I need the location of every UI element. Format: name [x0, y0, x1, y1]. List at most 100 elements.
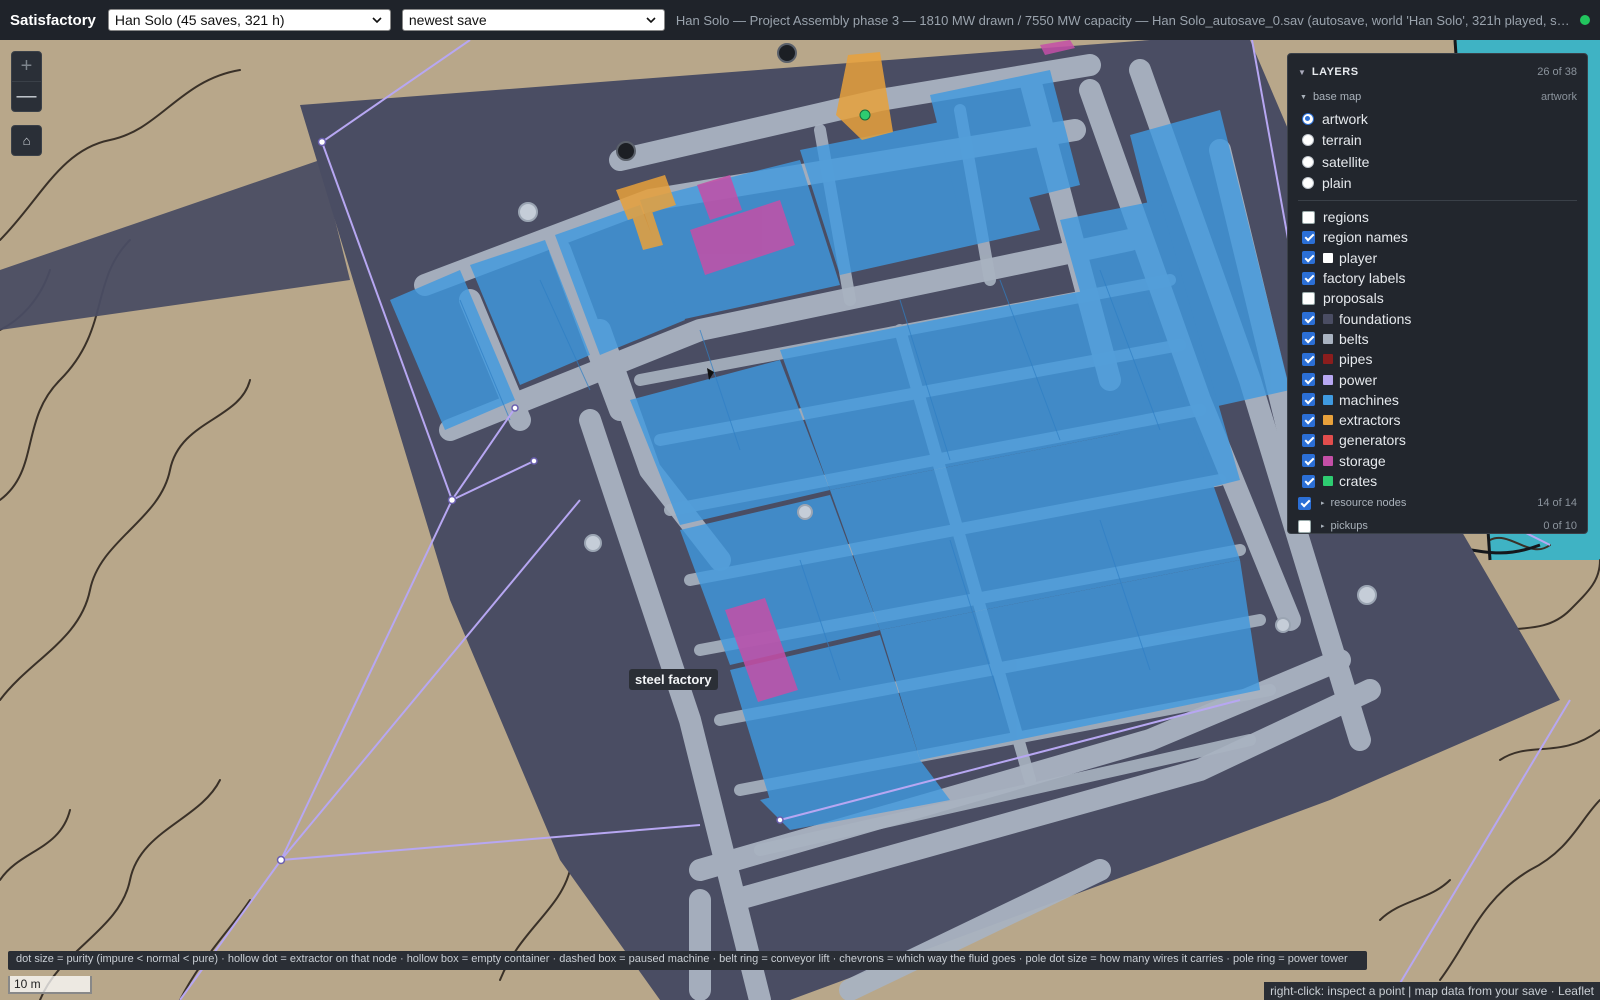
checkbox[interactable] — [1302, 373, 1315, 387]
checkbox[interactable] — [1302, 454, 1315, 468]
base-map-option-satellite[interactable]: satellite — [1298, 151, 1577, 173]
checkbox[interactable] — [1302, 393, 1315, 407]
layer-color-swatch — [1323, 394, 1333, 405]
save-select[interactable]: Han Solo (45 saves, 321 h) — [107, 9, 391, 31]
layer-color-swatch — [1323, 313, 1333, 324]
version-select-value: newest save — [408, 12, 487, 28]
base-map-options: artwork terrain satellite plain — [1298, 108, 1577, 194]
layer-label: factory labels — [1323, 270, 1406, 287]
map-legend: dot size = purity (impure < normal < pur… — [8, 951, 1367, 970]
layers-count: 26 of 38 — [1537, 66, 1577, 78]
checkbox[interactable] — [1302, 352, 1315, 366]
layer-toggle-foundations[interactable]: foundations — [1298, 308, 1577, 328]
checkbox[interactable] — [1302, 312, 1315, 326]
base-map-option-plain[interactable]: plain — [1298, 173, 1577, 195]
home-button[interactable]: ⌂ — [11, 125, 42, 156]
layer-toggle-regions[interactable]: regions — [1298, 207, 1577, 227]
layer-toggle-factory-labels[interactable]: factory labels — [1298, 268, 1577, 288]
layer-group-resource-nodes[interactable]: ▸ resource nodes 14 of 14 — [1298, 492, 1577, 514]
layer-label: region names — [1323, 229, 1408, 246]
layer-label: extractors — [1339, 412, 1401, 429]
checkbox[interactable] — [1302, 291, 1315, 305]
foundation-strip — [0, 160, 350, 330]
crate-marker — [859, 109, 871, 121]
checkbox[interactable] — [1302, 230, 1315, 244]
layer-toggle-storage[interactable]: storage — [1298, 451, 1577, 471]
layer-color-swatch — [1323, 476, 1333, 486]
save-select-value: Han Solo (45 saves, 321 h) — [114, 12, 285, 28]
expand-triangle-icon[interactable]: ▸ — [1321, 499, 1325, 507]
layer-color-swatch — [1323, 455, 1333, 466]
base-map-header[interactable]: ▼ base map artwork — [1298, 86, 1577, 108]
connection-status-dot — [1580, 15, 1590, 25]
checkbox[interactable] — [1298, 496, 1311, 510]
radio-button[interactable] — [1302, 177, 1314, 190]
layer-label: machines — [1339, 391, 1399, 408]
checkbox[interactable] — [1302, 413, 1315, 427]
layer-toggle-proposals[interactable]: proposals — [1298, 288, 1577, 308]
collapse-triangle-icon: ▼ — [1298, 67, 1306, 77]
layer-toggle-player[interactable]: player — [1298, 248, 1577, 268]
layer-group-pickups[interactable]: ▸ pickups 0 of 10 — [1298, 515, 1577, 537]
layer-toggle-crates[interactable]: crates — [1298, 471, 1577, 491]
layer-color-swatch — [1323, 333, 1333, 344]
collapse-triangle-icon: ▼ — [1300, 93, 1307, 101]
layer-toggle-machines[interactable]: machines — [1298, 390, 1577, 410]
base-map-option-label: artwork — [1322, 110, 1368, 127]
scale-bar: 10 m — [8, 976, 92, 994]
base-map-label: base map — [1312, 91, 1362, 103]
checkbox[interactable] — [1302, 332, 1315, 346]
factory-label: steel factory — [629, 669, 718, 690]
layers-title: LAYERS — [1311, 66, 1359, 78]
layer-label: generators — [1339, 432, 1406, 449]
layer-toggle-list: regions region names player factory labels p… — [1298, 207, 1577, 491]
base-map-option-artwork[interactable]: artwork — [1298, 108, 1577, 130]
base-map-option-label: satellite — [1322, 153, 1370, 170]
layer-color-swatch — [1323, 374, 1333, 385]
radio-button[interactable] — [1302, 134, 1314, 147]
layer-toggle-power[interactable]: power — [1298, 369, 1577, 389]
layer-toggle-region-names[interactable]: region names — [1298, 227, 1577, 247]
chevron-down-icon — [370, 13, 384, 27]
layers-panel: ▼ LAYERS 26 of 38 ▼ base map artwork art… — [1287, 53, 1588, 534]
zoom-control: + — — [11, 51, 42, 112]
zoom-out-button[interactable]: — — [12, 82, 41, 111]
layer-label: power — [1339, 371, 1378, 388]
app-title: Satisfactory — [10, 11, 96, 29]
checkbox[interactable] — [1302, 433, 1315, 447]
checkbox[interactable] — [1302, 271, 1315, 285]
radio-button[interactable] — [1302, 112, 1314, 125]
version-select[interactable]: newest save — [401, 9, 665, 31]
layer-label: foundations — [1339, 310, 1412, 327]
layer-label: regions — [1323, 209, 1369, 226]
base-map-current: artwork — [1540, 91, 1577, 103]
layer-color-swatch — [1323, 252, 1333, 263]
radio-button[interactable] — [1302, 155, 1314, 168]
layer-color-swatch — [1323, 435, 1333, 446]
layer-group-list: ▸ resource nodes 14 of 14 ▸ pickups 0 of 10 — [1298, 492, 1577, 537]
checkbox[interactable] — [1302, 251, 1315, 265]
layer-label: proposals — [1323, 290, 1384, 307]
zoom-in-button[interactable]: + — [12, 52, 41, 81]
top-bar: Satisfactory Han Solo (45 saves, 321 h) … — [0, 0, 1600, 40]
layers-header[interactable]: ▼ LAYERS 26 of 38 — [1298, 60, 1577, 84]
layer-color-swatch — [1323, 354, 1333, 365]
layer-label: storage — [1339, 452, 1386, 469]
layer-toggle-generators[interactable]: generators — [1298, 430, 1577, 450]
layer-group-count: 14 of 14 — [1537, 497, 1577, 510]
chevron-down-icon — [644, 13, 658, 27]
expand-triangle-icon[interactable]: ▸ — [1321, 522, 1325, 530]
checkbox[interactable] — [1302, 210, 1315, 224]
layer-group-label: resource nodes — [1330, 497, 1407, 510]
layer-group-count: 0 of 10 — [1543, 520, 1577, 533]
checkbox[interactable] — [1302, 474, 1315, 488]
checkbox[interactable] — [1298, 519, 1311, 533]
layer-label: belts — [1339, 330, 1369, 347]
layer-toggle-extractors[interactable]: extractors — [1298, 410, 1577, 430]
layer-toggle-pipes[interactable]: pipes — [1298, 349, 1577, 369]
base-map-option-terrain[interactable]: terrain — [1298, 130, 1577, 152]
layer-label: pipes — [1339, 351, 1373, 368]
layer-toggle-belts[interactable]: belts — [1298, 329, 1577, 349]
layer-group-label: pickups — [1330, 520, 1368, 533]
base-map-option-label: terrain — [1322, 132, 1362, 149]
